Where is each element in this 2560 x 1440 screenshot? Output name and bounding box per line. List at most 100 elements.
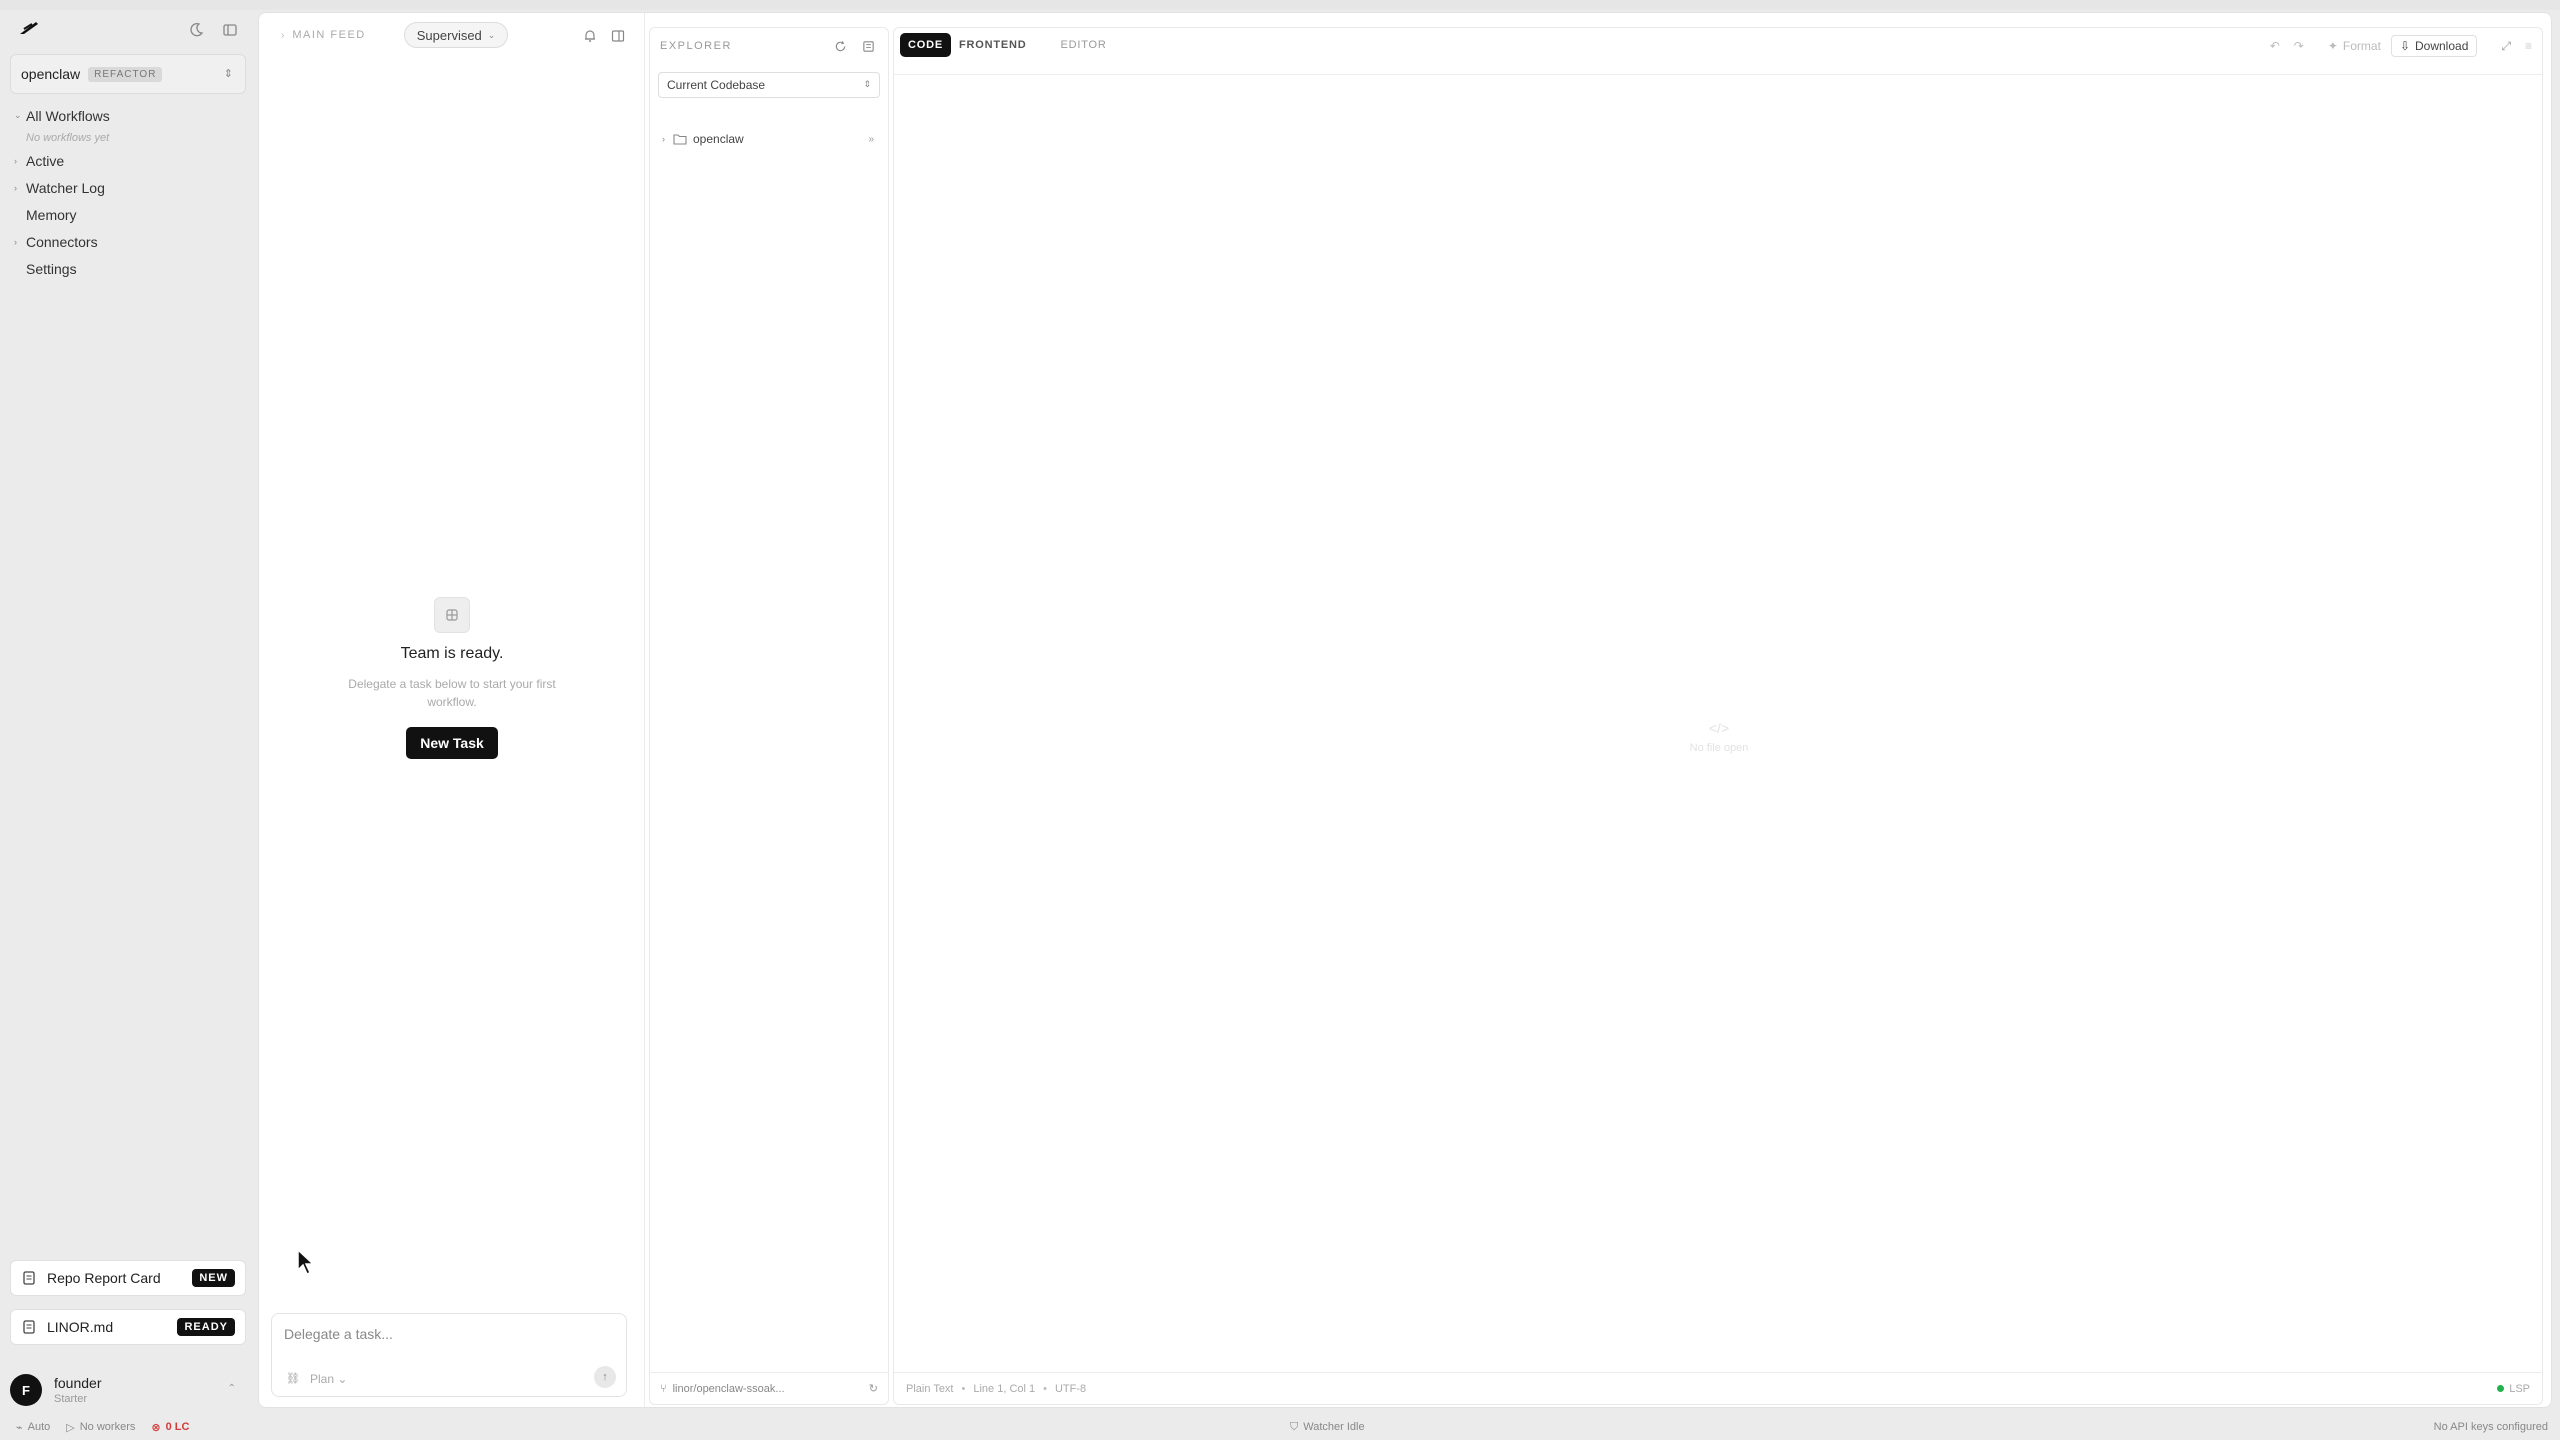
panel-layout-icon[interactable]	[609, 27, 627, 45]
main-area: › MAIN FEED Supervised ⌄ Team is ready. …	[258, 12, 2552, 1408]
undo-icon[interactable]: ↶	[2270, 39, 2280, 53]
plan-dropdown[interactable]: Plan ⌄	[310, 1372, 347, 1386]
sidebar-item-settings[interactable]: Settings	[0, 255, 256, 282]
sidebar-item-watcher-log[interactable]: › Watcher Log	[0, 174, 256, 201]
api-keys-status[interactable]: No API keys configured	[2434, 1421, 2548, 1433]
auto-mode[interactable]: ⌁ Auto	[16, 1421, 50, 1434]
auto-mode-label: Auto	[27, 1421, 51, 1433]
workers-status[interactable]: ▷ No workers	[66, 1421, 135, 1434]
watcher-status[interactable]: ⛉ Watcher Idle	[1290, 1421, 1365, 1434]
chevron-right-icon: ›	[662, 134, 665, 144]
sparkle-icon: ✦	[2327, 39, 2338, 53]
explorer-footer: ⑂ linor/openclaw-ssoak... ↻	[650, 1372, 888, 1404]
lsp-label: LSP	[2509, 1382, 2530, 1395]
explorer-title: EXPLORER	[660, 40, 732, 52]
no-workflows-note: No workflows yet	[26, 132, 110, 144]
linor-md-card[interactable]: LINOR.md READY	[10, 1309, 246, 1345]
codebase-select[interactable]: Current Codebase ⇕	[658, 72, 880, 98]
empty-title: Team is ready.	[400, 645, 504, 662]
ready-badge: READY	[177, 1318, 235, 1336]
empty-editor-label: No file open	[1689, 742, 1749, 754]
branch-icon: ⑂	[660, 1382, 667, 1395]
repo-report-card[interactable]: Repo Report Card NEW	[10, 1260, 246, 1296]
tab-code[interactable]: CODE	[900, 33, 951, 57]
window-top-strip	[0, 0, 2560, 10]
new-file-icon[interactable]	[860, 38, 876, 54]
feed-empty-state: Team is ready. Delegate a task below to …	[259, 597, 645, 759]
watcher-label: Watcher Idle	[1303, 1420, 1365, 1433]
editor-panel: CODE FRONTEND EDITOR ↶ ↷ ✦ Format ⇩ Downlo…	[893, 27, 2543, 1405]
sidebar-item-memory[interactable]: Memory	[0, 201, 256, 228]
branch-name[interactable]: linor/openclaw-ssoak...	[673, 1383, 785, 1395]
sidebar-item-label: All Workflows	[26, 107, 110, 124]
chevron-down-icon: ⌄	[337, 1372, 348, 1386]
sidebar-item-active[interactable]: › Active	[0, 147, 256, 174]
collapse-sidebar-icon[interactable]	[220, 20, 240, 40]
coin-icon: ⊗	[151, 1421, 161, 1434]
user-menu[interactable]: F founder Starter ⌃	[10, 1370, 246, 1410]
chevron-right-icon[interactable]: ›	[281, 30, 284, 41]
feed-title: MAIN FEED	[292, 29, 366, 41]
chevron-down-icon: ⌄	[487, 29, 496, 40]
document-icon	[23, 1271, 35, 1285]
format-button[interactable]: ✦ Format	[2328, 39, 2381, 53]
folder-name: openclaw	[693, 132, 744, 146]
sync-icon[interactable]: ↻	[869, 1382, 878, 1395]
user-plan: Starter	[54, 1393, 88, 1405]
sidebar-item-label: Active	[26, 152, 65, 169]
sidebar-item-connectors[interactable]: › Connectors	[0, 228, 256, 255]
new-badge: NEW	[192, 1269, 235, 1287]
document-icon	[23, 1320, 35, 1334]
project-name: openclaw	[21, 66, 81, 82]
language-mode[interactable]: Plain Text	[906, 1383, 954, 1395]
redo-icon[interactable]: ↷	[2294, 39, 2304, 53]
wrap-icon[interactable]: ≡	[2525, 39, 2532, 53]
sidebar-item-label: Memory	[26, 206, 77, 223]
fullscreen-icon[interactable]: ⤢	[2501, 39, 2511, 54]
chevron-up-icon: ⌃	[227, 1383, 236, 1394]
sidebar-item-label: Watcher Log	[26, 179, 105, 196]
tree-folder-openclaw[interactable]: › openclaw »	[658, 128, 880, 150]
app-logo-icon[interactable]	[18, 20, 40, 36]
avatar: F	[10, 1374, 42, 1406]
download-button[interactable]: ⇩ Download	[2390, 35, 2478, 57]
tab-editor[interactable]: EDITOR	[1053, 33, 1115, 57]
project-tag: REFACTOR	[88, 66, 163, 82]
format-label: Format	[2342, 39, 2381, 53]
dark-mode-icon[interactable]	[186, 20, 206, 40]
tab-frontend[interactable]: FRONTEND	[951, 33, 1035, 57]
shield-icon: ⛉	[1290, 1420, 1299, 1433]
editor-divider	[894, 74, 2542, 75]
project-selector[interactable]: openclaw REFACTOR ⇕	[10, 54, 246, 94]
mode-dropdown[interactable]: Supervised ⌄	[403, 22, 509, 48]
codebase-select-value: Current Codebase	[667, 78, 766, 92]
sidebar: openclaw REFACTOR ⇕ ⌄ All Workflows No w…	[0, 10, 256, 1408]
expand-all-icon[interactable]: »	[868, 134, 874, 145]
editor-empty-state: </> No file open	[1654, 720, 1784, 754]
empty-subtitle: Delegate a task below to start your firs…	[348, 677, 556, 709]
explorer-panel: EXPLORER Current Codebase ⇕ › openclaw »…	[649, 27, 889, 1405]
app-statusbar: ⌁ Auto ▷ No workers ⊗ 0 LC ⛉ Watcher Idle No…	[0, 1414, 2560, 1440]
sidebar-item-label: Connectors	[26, 233, 98, 250]
download-icon: ⇩	[2399, 39, 2410, 53]
send-arrow-icon[interactable]: ↑	[594, 1366, 616, 1388]
chevron-right-icon: ›	[14, 182, 17, 193]
refresh-icon[interactable]	[832, 38, 848, 54]
mouse-pointer-icon	[297, 1248, 315, 1276]
updown-chevron-icon: ⇕	[863, 79, 871, 89]
play-icon: ▷	[66, 1421, 75, 1434]
link-icon: ⌁	[16, 1421, 23, 1434]
card-label: Repo Report Card	[47, 1270, 161, 1286]
lsp-status[interactable]: LSP	[2497, 1383, 2530, 1395]
link-icon[interactable]: ⛓	[286, 1372, 300, 1385]
user-name: founder	[54, 1375, 102, 1391]
delegate-task-input[interactable]	[284, 1326, 614, 1342]
lc-balance[interactable]: ⊗ 0 LC	[151, 1421, 189, 1434]
bell-icon[interactable]	[581, 27, 599, 45]
file-encoding[interactable]: UTF-8	[1055, 1383, 1086, 1395]
sidebar-item-all-workflows[interactable]: ⌄ All Workflows	[0, 102, 256, 129]
new-task-button[interactable]: New Task	[406, 727, 498, 759]
status-dot-icon	[2497, 1385, 2505, 1392]
sidebar-item-label: Settings	[26, 260, 77, 277]
editor-statusbar: Plain Text • Line 1, Col 1 • UTF-8 LSP	[894, 1372, 2542, 1404]
